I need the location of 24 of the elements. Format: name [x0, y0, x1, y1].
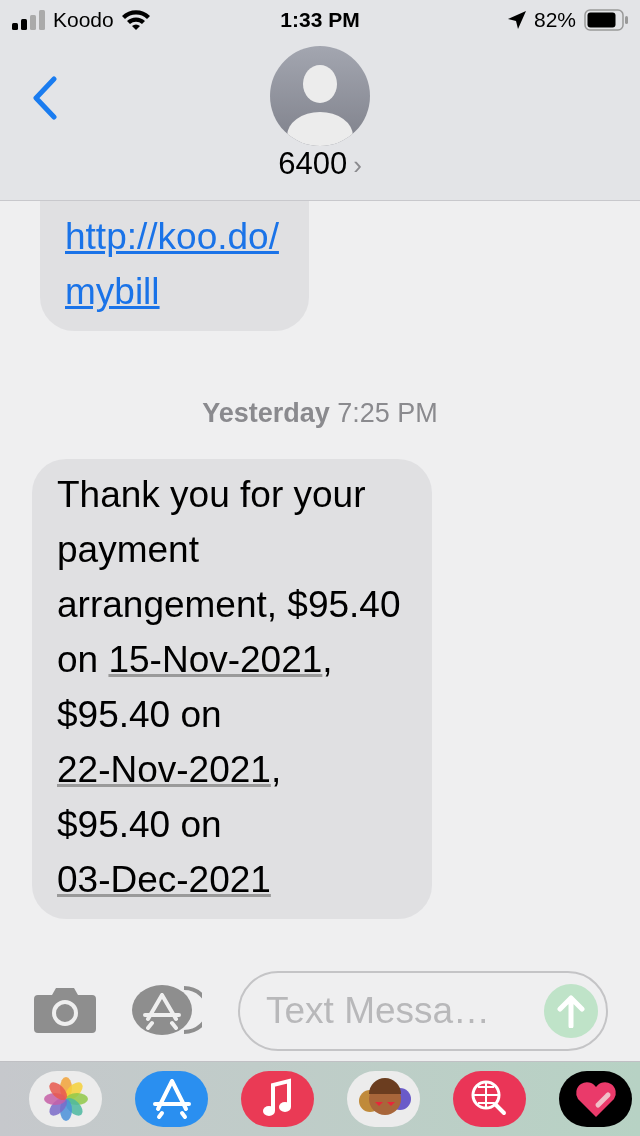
location-arrow-icon [507, 11, 526, 29]
music-note-icon[interactable] [241, 1071, 314, 1127]
app-store-icon[interactable] [135, 1071, 208, 1127]
battery-icon [584, 9, 628, 31]
message-timestamp: Yesterday 7:25 PM [202, 398, 438, 429]
contact-avatar[interactable] [270, 46, 370, 146]
carrier-name: Koodo [53, 8, 114, 32]
camera-button[interactable] [34, 986, 96, 1036]
contact-name[interactable]: 6400 › [278, 146, 362, 182]
signal-icon [12, 10, 45, 30]
up-arrow-icon [556, 994, 586, 1028]
photos-icon[interactable] [29, 1071, 102, 1127]
back-button[interactable] [30, 76, 60, 123]
battery-percentage: 82% [533, 8, 576, 32]
heart-icon[interactable] [559, 1071, 632, 1127]
date-link[interactable]: 15-Nov-2021 [108, 639, 323, 680]
clock-time: 1:33 PM [280, 8, 360, 32]
date-link[interactable]: 03-Dec-2021 [57, 859, 271, 900]
message-bubble: Thank you for your payment arrangement, $95.40 on 15-Nov-2021, $95.40 on 22-Nov-2021, $95.40 on 03-Dec-2021 [32, 459, 432, 919]
apps-button[interactable] [132, 984, 202, 1038]
date-link[interactable]: 22-Nov-2021 [57, 749, 271, 790]
stickers-icon[interactable] [347, 1071, 420, 1127]
wifi-icon [121, 10, 150, 30]
globe-search-icon[interactable] [453, 1071, 526, 1127]
